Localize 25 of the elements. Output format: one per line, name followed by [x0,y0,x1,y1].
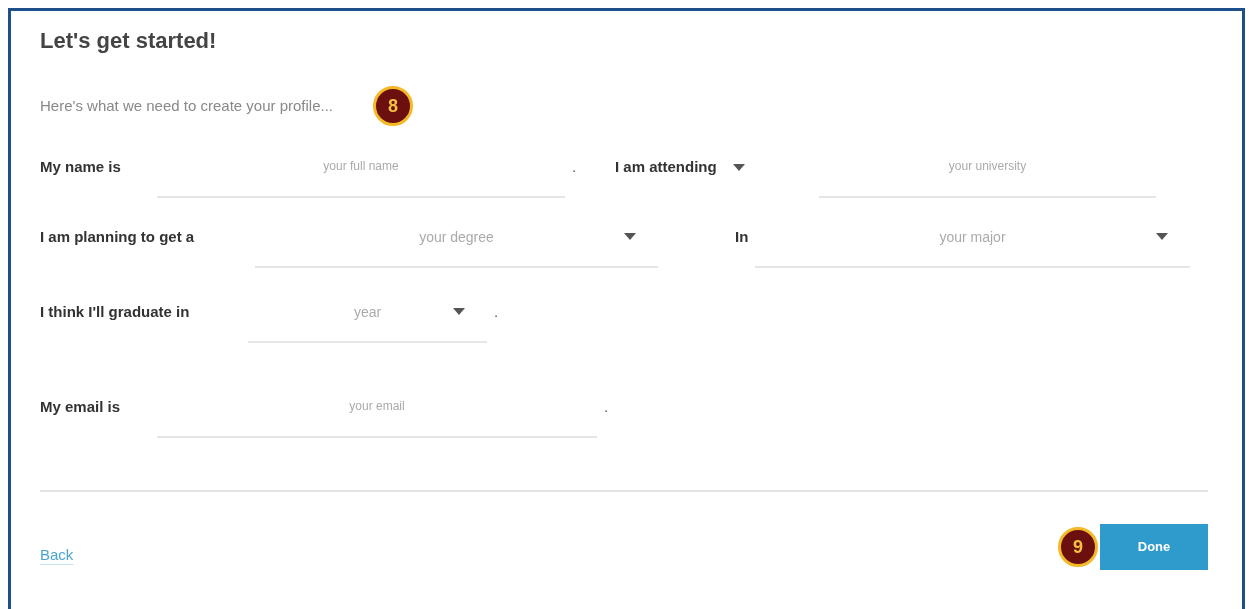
page-title: Let's get started! [40,28,218,54]
select-field[interactable]: your major [755,222,1190,268]
back-link[interactable]: Back [40,543,74,567]
caret-icon [732,163,745,171]
period-text: . [494,302,499,322]
step-badge: 9 [1058,527,1098,567]
dropdown-button[interactable]: I am attending [615,157,745,177]
field-label: My email is [40,397,122,417]
input-field[interactable]: your full name [157,152,565,198]
period-text: . [572,157,577,177]
step-badge: 8 [373,86,413,126]
done-button[interactable]: Done [1100,524,1208,570]
caret-icon [1156,233,1168,240]
input-field[interactable]: your email [157,392,597,438]
field-label: In [735,227,750,247]
select-field[interactable]: your degree [255,222,658,268]
field-label: I am planning to get a [40,227,196,247]
field-label: My name is [40,157,122,177]
caret-icon [453,308,465,315]
select-field[interactable]: year [248,297,487,343]
caret-icon [624,233,636,240]
period-text: . [604,397,609,417]
input-field[interactable]: your university [819,152,1156,198]
subtitle-text: Here's what we need to create your profile... [40,95,333,116]
field-label: I think I'll graduate in [40,302,191,322]
